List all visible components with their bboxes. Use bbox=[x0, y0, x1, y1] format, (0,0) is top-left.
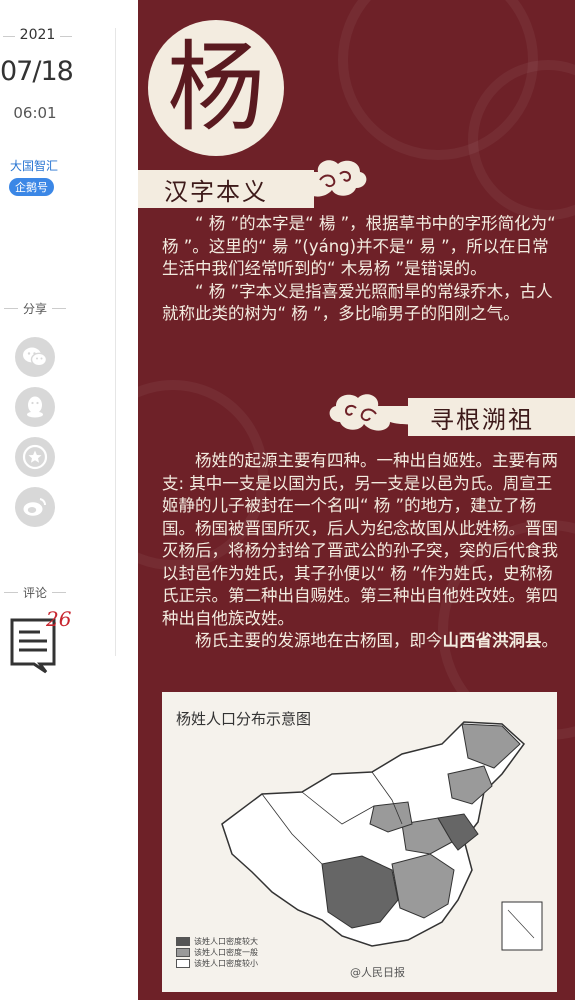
title-character: 杨 bbox=[166, 31, 265, 145]
wechat-icon bbox=[23, 347, 48, 367]
cloud-ornament-icon bbox=[329, 394, 416, 431]
share-weibo-button[interactable] bbox=[15, 487, 55, 527]
publish-date: 07/18 bbox=[0, 56, 74, 87]
origin-text: 杨氏主要的发源地在古杨国，即今 bbox=[195, 631, 443, 650]
origin-suffix: 。 bbox=[541, 631, 559, 650]
publish-year: 2021 bbox=[0, 27, 75, 43]
comment-count[interactable]: 26 bbox=[46, 607, 71, 631]
distribution-map-card: 杨姓人口分布示意图 该姓人口密度较大 该姓人口密度一般 该姓人口密度较小 @人民… bbox=[162, 692, 557, 992]
weibo-icon bbox=[23, 498, 47, 516]
share-qq-button[interactable] bbox=[15, 387, 55, 427]
sidebar: 2021 07/18 06:01 大国智汇 企鹅号 分享 评论 26 bbox=[0, 0, 135, 1003]
section2-title: 寻根溯祖 bbox=[430, 405, 534, 434]
watermark: @人民日报 bbox=[350, 966, 405, 979]
section2-text: 杨姓的起源主要有四种。一种出自姬姓。主要有两支: 其中一支是以国为氏，另一支是以… bbox=[162, 450, 560, 653]
section2-banner: 寻根溯祖 bbox=[408, 398, 575, 436]
section2-paragraph-origin: 杨氏主要的发源地在古杨国，即今山西省洪洞县。 bbox=[162, 630, 560, 653]
section1-title: 汉字本义 bbox=[164, 177, 268, 206]
legend-item: 该姓人口密度一般 bbox=[176, 947, 258, 958]
share-label: 分享 bbox=[0, 300, 70, 317]
cloud-ornament-icon bbox=[280, 160, 367, 197]
author-badge[interactable]: 企鹅号 bbox=[9, 178, 54, 196]
favorite-icon bbox=[22, 444, 48, 470]
divider-line bbox=[115, 28, 116, 656]
section1-paragraph: “ 杨 ”字本义是指喜爱光照耐旱的常绿乔木，古人就称此类的树为“ 杨 ”，多比喻… bbox=[162, 281, 553, 324]
section1-paragraph: “ 杨 ”的本字是“ 楊 ”，根据草书中的字形简化为“ 杨 ”。这里的“ 昜 ”… bbox=[162, 214, 556, 278]
qq-icon bbox=[27, 396, 43, 418]
author-name[interactable]: 大国智汇 bbox=[10, 157, 58, 174]
comments-label: 评论 bbox=[0, 584, 70, 601]
share-favorite-button[interactable] bbox=[15, 437, 55, 477]
legend-item: 该姓人口密度较小 bbox=[176, 958, 258, 969]
section2-paragraph: 杨姓的起源主要有四种。一种出自姬姓。主要有两支: 其中一支是以国为氏，另一支是以… bbox=[162, 451, 558, 628]
title-character-disc: 杨 bbox=[148, 20, 284, 156]
poster-image: 杨 汉字本义 “ 杨 ”的本字是“ 楊 ”，根据草书中的字形简化为“ 杨 ”。这… bbox=[138, 0, 575, 1000]
publish-time: 06:01 bbox=[13, 104, 57, 122]
origin-location: 山西省洪洞县 bbox=[442, 631, 542, 650]
map-legend: 该姓人口密度较大 该姓人口密度一般 该姓人口密度较小 bbox=[176, 936, 258, 969]
section1-text: “ 杨 ”的本字是“ 楊 ”，根据草书中的字形简化为“ 杨 ”。这里的“ 昜 ”… bbox=[162, 213, 560, 326]
legend-item: 该姓人口密度较大 bbox=[176, 936, 258, 947]
china-map bbox=[221, 721, 543, 951]
share-wechat-button[interactable] bbox=[15, 337, 55, 377]
